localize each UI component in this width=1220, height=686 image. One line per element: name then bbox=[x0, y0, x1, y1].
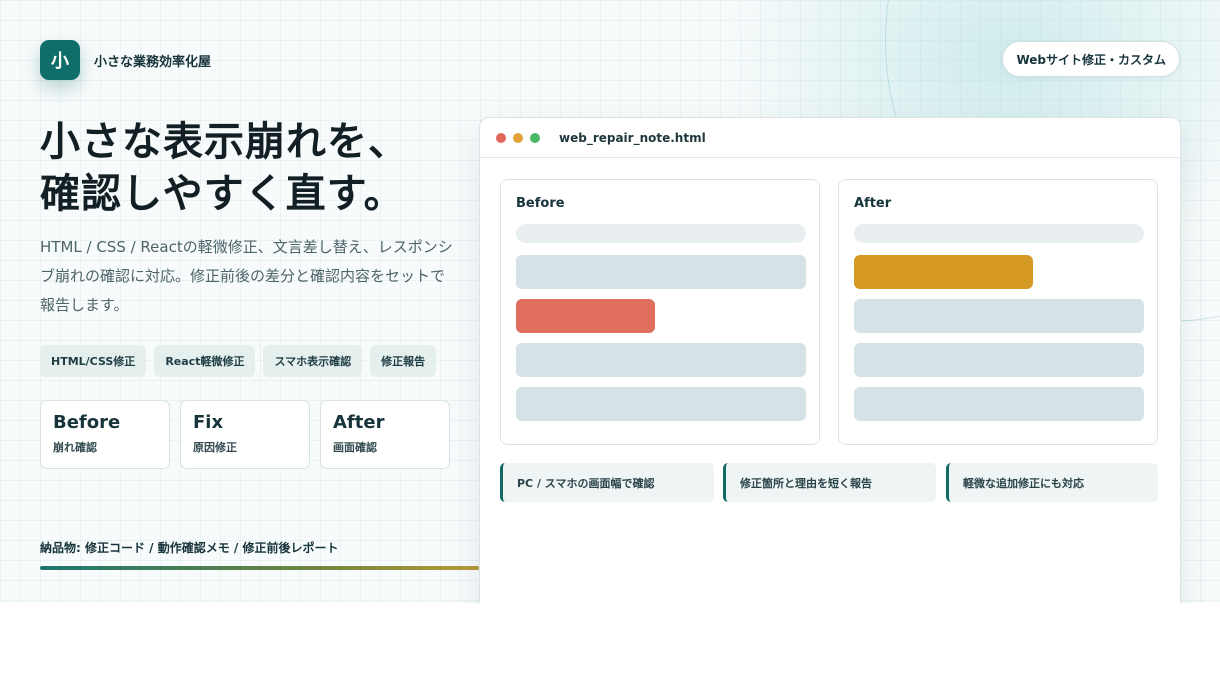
headline: 小さな表示崩れを、 確認しやすく直す。 bbox=[40, 116, 409, 220]
before-panel: Before bbox=[500, 179, 820, 445]
step-subtitle: 崩れ確認 bbox=[53, 441, 97, 454]
headline-line-1: 小さな表示崩れを、 bbox=[40, 119, 409, 165]
step-after: After 画面確認 bbox=[320, 400, 450, 469]
step-title: After bbox=[333, 412, 385, 433]
before-panel-title: Before bbox=[516, 196, 565, 211]
skeleton-bar bbox=[516, 255, 806, 289]
note-report-changes: 修正箇所と理由を短く報告 bbox=[723, 463, 936, 502]
step-fix: Fix 原因修正 bbox=[180, 400, 310, 469]
progress-fill bbox=[40, 566, 479, 570]
note-extra-fixes: 軽微な追加修正にも対応 bbox=[946, 463, 1158, 502]
headline-line-2: 確認しやすく直す。 bbox=[40, 171, 405, 217]
window-minimize-dot bbox=[513, 132, 523, 143]
tag-html-css: HTML/CSS修正 bbox=[40, 345, 147, 377]
window-close-dot bbox=[496, 132, 506, 143]
step-title: Fix bbox=[193, 412, 224, 433]
after-panel: After bbox=[838, 179, 1158, 445]
fixed-element-bar bbox=[854, 255, 1033, 289]
window-maximize-dot bbox=[530, 132, 540, 143]
step-before: Before 崩れ確認 bbox=[40, 400, 170, 469]
brand-name: 小さな業務効率化屋 bbox=[94, 55, 212, 70]
skeleton-bar bbox=[516, 224, 806, 243]
process-steps: Before 崩れ確認 Fix 原因修正 After 画面確認 bbox=[40, 400, 450, 469]
tag-list: HTML/CSS修正 React軽微修正 スマホ表示確認 修正報告 bbox=[40, 345, 437, 377]
skeleton-bar bbox=[854, 299, 1144, 333]
deliverables-text: 納品物: 修正コード / 動作確認メモ / 修正前後レポート bbox=[40, 541, 339, 555]
skeleton-bar bbox=[516, 343, 806, 377]
hero-canvas: 小 小さな業務効率化屋 Webサイト修正・カスタム 小さな表示崩れを、 確認しや… bbox=[0, 0, 1220, 603]
brand-logo-char: 小 bbox=[51, 51, 69, 72]
skeleton-bar bbox=[854, 343, 1144, 377]
skeleton-bar bbox=[516, 387, 806, 421]
tag-react: React軽微修正 bbox=[154, 345, 256, 377]
step-subtitle: 原因修正 bbox=[193, 441, 237, 454]
step-subtitle: 画面確認 bbox=[333, 441, 377, 454]
description: HTML / CSS / Reactの軽微修正、文言差し替え、レスポンシブ崩れの… bbox=[40, 238, 453, 314]
broken-element-bar bbox=[516, 299, 655, 333]
tag-mobile-check: スマホ表示確認 bbox=[263, 345, 363, 377]
brand-logo: 小 bbox=[40, 40, 80, 80]
service-pill[interactable]: Webサイト修正・カスタム bbox=[1002, 41, 1180, 77]
skeleton-bar bbox=[854, 387, 1144, 421]
note-responsive-check: PC / スマホの画面幅で確認 bbox=[500, 463, 714, 502]
browser-window-mockup: web_repair_note.html Before After PC / ス… bbox=[479, 117, 1181, 603]
after-panel-title: After bbox=[854, 196, 892, 211]
skeleton-bar bbox=[854, 224, 1144, 243]
step-title: Before bbox=[53, 412, 121, 433]
window-filename: web_repair_note.html bbox=[559, 130, 706, 145]
window-titlebar: web_repair_note.html bbox=[480, 118, 1180, 158]
tag-report: 修正報告 bbox=[370, 345, 437, 377]
